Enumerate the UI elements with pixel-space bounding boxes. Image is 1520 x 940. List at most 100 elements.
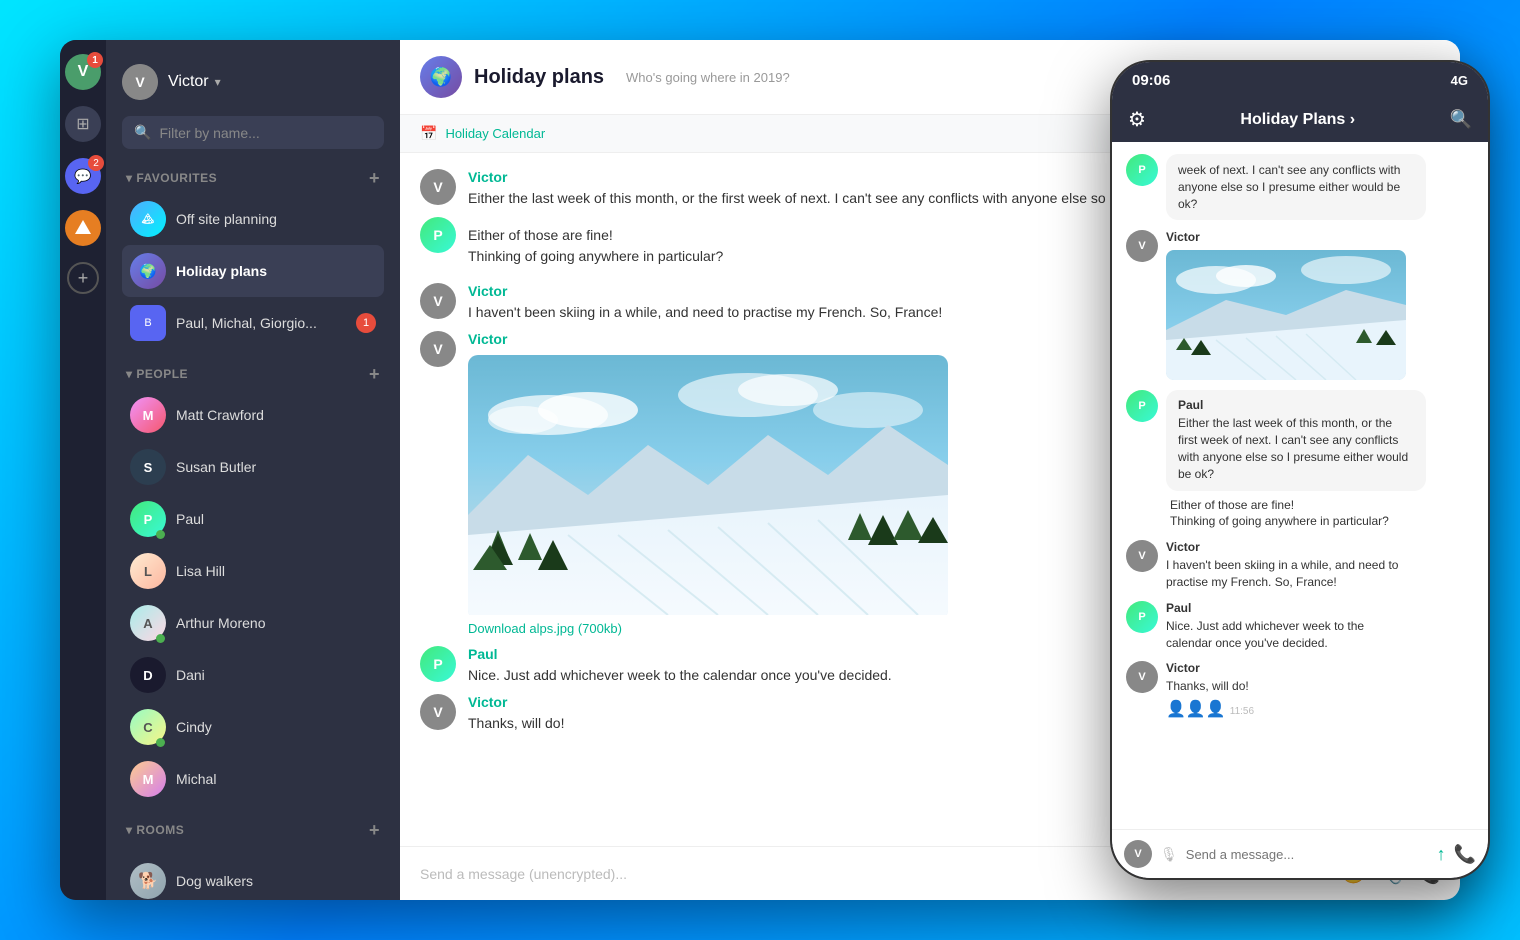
conv-avatar: 🐕 xyxy=(130,863,166,899)
phone-msg-row: P Paul Nice. Just add whichever week to … xyxy=(1126,601,1474,652)
people-toggle-icon[interactable]: ▾ PEOPLE xyxy=(126,367,188,381)
chat-title: Holiday plans xyxy=(474,66,604,89)
app-container: V 1 ⊞ 💬 2 + V xyxy=(60,40,1460,900)
phone-title-arrow: › xyxy=(1350,111,1355,128)
phone-ski-image-container: Victor xyxy=(1166,230,1406,380)
calendar-icon: 📅 xyxy=(420,125,437,142)
phone-msg-row: V Victor I haven't been skiing in a whil… xyxy=(1126,540,1474,591)
phone-screen: 09:06 4G ⚙ Holiday Plans › 🔍 P week of n… xyxy=(1112,62,1488,878)
phone-avatar: P xyxy=(1126,601,1158,633)
phone-message-input[interactable] xyxy=(1186,847,1429,862)
person-name: Paul xyxy=(176,511,376,527)
chevron-down-icon: ▾ xyxy=(215,75,221,89)
phone-messages: P week of next. I can't see any conflict… xyxy=(1112,142,1488,829)
person-item-dani[interactable]: D Dani xyxy=(122,649,384,701)
msg-avatar: V xyxy=(420,331,456,367)
left-icon-bar: V 1 ⊞ 💬 2 + xyxy=(60,40,106,900)
favourite-item-holiday[interactable]: 🌍 Holiday plans xyxy=(122,245,384,297)
phone-avatar: P xyxy=(1126,390,1158,422)
chat-icon[interactable]: 💬 2 xyxy=(65,158,101,194)
person-name: Susan Butler xyxy=(176,459,376,475)
phone-chat-header: ⚙ Holiday Plans › 🔍 xyxy=(1112,97,1488,142)
person-item-cindy[interactable]: C Cindy xyxy=(122,701,384,753)
chat-badge: 2 xyxy=(88,155,104,171)
user-badge[interactable]: V 1 xyxy=(65,54,101,90)
person-item-arthur[interactable]: A Arthur Moreno xyxy=(122,597,384,649)
notification-badge: 1 xyxy=(87,52,103,68)
person-item-paul[interactable]: P Paul xyxy=(122,493,384,545)
add-favourite-button[interactable]: + xyxy=(369,169,380,187)
person-name: Arthur Moreno xyxy=(176,615,376,631)
phone-mic-icon[interactable]: 🎙 xyxy=(1160,846,1178,863)
search-input[interactable] xyxy=(159,125,372,141)
online-indicator xyxy=(156,738,165,747)
people-section-header: ▾ PEOPLE + xyxy=(122,357,384,389)
sidebar: V 1 ⊞ 💬 2 + V xyxy=(60,40,400,900)
add-workspace-button[interactable]: + xyxy=(67,262,99,294)
phone-search-icon[interactable]: 🔍 xyxy=(1450,109,1472,130)
conv-avatar: D xyxy=(130,657,166,693)
person-name: Michal xyxy=(176,771,376,787)
phone-network: 4G xyxy=(1451,73,1468,88)
msg-avatar: P xyxy=(420,217,456,253)
online-indicator xyxy=(156,634,165,643)
search-bar[interactable]: 🔍 xyxy=(122,116,384,149)
msg-avatar: P xyxy=(420,646,456,682)
ski-image xyxy=(468,355,948,620)
rooms-toggle-icon[interactable]: ▾ ROOMS xyxy=(126,823,184,837)
conv-avatar: 🏔 xyxy=(130,201,166,237)
phone-msg-name: Victor xyxy=(1166,230,1406,244)
phone-avatar: V xyxy=(1126,661,1158,693)
add-person-button[interactable]: + xyxy=(369,365,380,383)
grid-icon[interactable]: ⊞ xyxy=(65,106,101,142)
sidebar-user-header: V Victor ▾ 🔍 ▾ FAVOURITES + xyxy=(106,40,400,900)
conv-avatar: S xyxy=(130,449,166,485)
person-name: Matt Crawford xyxy=(176,407,376,423)
conv-avatar: M xyxy=(130,397,166,433)
calendar-label[interactable]: Holiday Calendar xyxy=(445,126,545,141)
chat-header-avatar: 🌍 xyxy=(420,56,462,98)
phone-send-icon[interactable]: ↑ xyxy=(1437,844,1446,865)
phone-msg-container: Paul Nice. Just add whichever week to th… xyxy=(1166,601,1406,652)
search-icon: 🔍 xyxy=(134,124,151,141)
phone-msg-text: week of next. I can't see any conflicts … xyxy=(1178,162,1414,212)
phone-call-icon[interactable]: 📞 xyxy=(1454,844,1476,865)
conv-avatar: M xyxy=(130,761,166,797)
phone-input-bar: V 🎙 ↑ 📞 xyxy=(1112,829,1488,878)
person-item-michal[interactable]: M Michal xyxy=(122,753,384,805)
favourites-toggle-icon[interactable]: ▾ FAVOURITES xyxy=(126,171,217,185)
phone-ski-image xyxy=(1166,250,1406,380)
favourite-item-group[interactable]: B Paul, Michal, Giorgio... 1 xyxy=(122,297,384,349)
app-icon[interactable] xyxy=(65,210,101,246)
room-item-dogwalkers[interactable]: 🐕 Dog walkers xyxy=(122,855,384,900)
phone-msg-text: I haven't been skiing in a while, and ne… xyxy=(1166,557,1406,591)
person-item-matt[interactable]: M Matt Crawford xyxy=(122,389,384,441)
phone-msg-text: Either the last week of this month, or t… xyxy=(1178,415,1414,482)
favourite-item-offsite[interactable]: 🏔 Off site planning xyxy=(122,193,384,245)
chat-subtitle: Who's going where in 2019? xyxy=(626,70,790,85)
phone-gear-icon[interactable]: ⚙ xyxy=(1128,107,1146,132)
phone-avatar: V xyxy=(1126,230,1158,262)
phone-msg-name: Paul xyxy=(1166,601,1406,615)
sidebar-username[interactable]: Victor ▾ xyxy=(168,73,221,91)
download-link[interactable]: Download alps.jpg (700kb) xyxy=(468,621,622,636)
sidebar-user-avatar: V xyxy=(122,64,158,100)
msg-avatar: V xyxy=(420,694,456,730)
conv-name: Paul, Michal, Giorgio... xyxy=(176,315,346,331)
person-item-susan[interactable]: S Susan Butler xyxy=(122,441,384,493)
phone-msg-text: Thanks, will do! xyxy=(1166,678,1254,695)
user-initial: V xyxy=(78,63,89,81)
conv-avatar: 🌍 xyxy=(130,253,166,289)
phone-timestamp: 11:56 xyxy=(1230,706,1254,717)
phone-msg-container: Victor I haven't been skiing in a while,… xyxy=(1166,540,1406,591)
phone-msg-row: V Victor Thanks, will do! 👤👤👤 11:56 xyxy=(1126,661,1474,719)
person-name: Dani xyxy=(176,667,376,683)
conv-badge: 1 xyxy=(356,313,376,333)
person-item-lisa[interactable]: L Lisa Hill xyxy=(122,545,384,597)
sidebar-user-row[interactable]: V Victor ▾ xyxy=(122,56,384,108)
add-room-button[interactable]: + xyxy=(369,821,380,839)
online-indicator xyxy=(156,530,165,539)
phone-msg-row: P Paul Either the last week of this mont… xyxy=(1126,390,1474,530)
sidebar-content: V Victor ▾ 🔍 ▾ FAVOURITES + xyxy=(106,40,400,900)
phone-msg-name: Victor xyxy=(1166,661,1254,675)
